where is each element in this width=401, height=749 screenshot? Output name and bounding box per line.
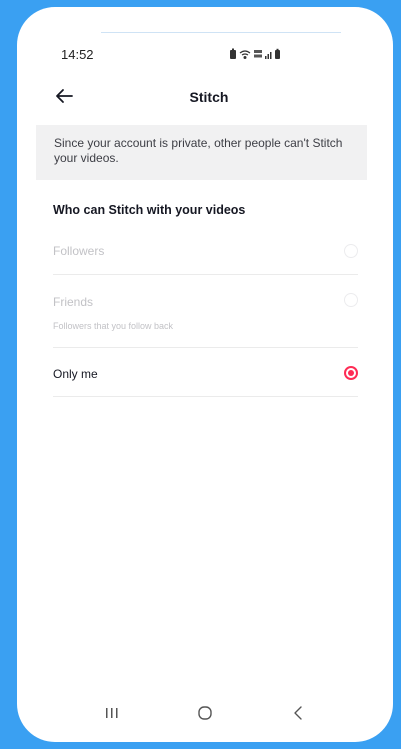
home-icon[interactable] xyxy=(195,701,215,725)
option-sublabel: Followers that you follow back xyxy=(53,321,174,331)
top-divider xyxy=(101,32,341,33)
option-label: Friends xyxy=(53,295,94,309)
option-only-me[interactable]: Only me xyxy=(53,348,358,397)
radio-followers[interactable] xyxy=(344,244,358,258)
back-icon[interactable] xyxy=(291,701,307,725)
option-followers[interactable]: Followers xyxy=(53,229,358,275)
battery-icon xyxy=(275,48,280,59)
system-navigation-bar xyxy=(17,701,393,725)
option-label: Only me xyxy=(53,367,98,381)
phone-screen: 14:52 Stitch Since your account is priva… xyxy=(17,7,393,742)
radio-friends[interactable] xyxy=(344,293,358,307)
signal-icon xyxy=(265,52,272,59)
status-time: 14:52 xyxy=(61,47,94,62)
private-account-notice: Since your account is private, other peo… xyxy=(36,125,367,180)
radio-only-me[interactable] xyxy=(344,366,358,380)
recent-apps-icon[interactable] xyxy=(103,701,121,725)
status-icon-group xyxy=(230,48,280,60)
status-icons xyxy=(229,48,307,63)
status-bar: 14:52 xyxy=(17,45,393,65)
battery-saver-icon xyxy=(230,48,236,59)
page-title: Stitch xyxy=(189,89,229,105)
volte-icon xyxy=(254,50,262,58)
wifi-icon xyxy=(239,50,251,60)
option-friends[interactable]: Friends Followers that you follow back xyxy=(53,275,358,348)
section-title: Who can Stitch with your videos xyxy=(53,203,246,217)
header-bar: Stitch xyxy=(17,83,393,113)
option-label: Followers xyxy=(53,244,105,258)
